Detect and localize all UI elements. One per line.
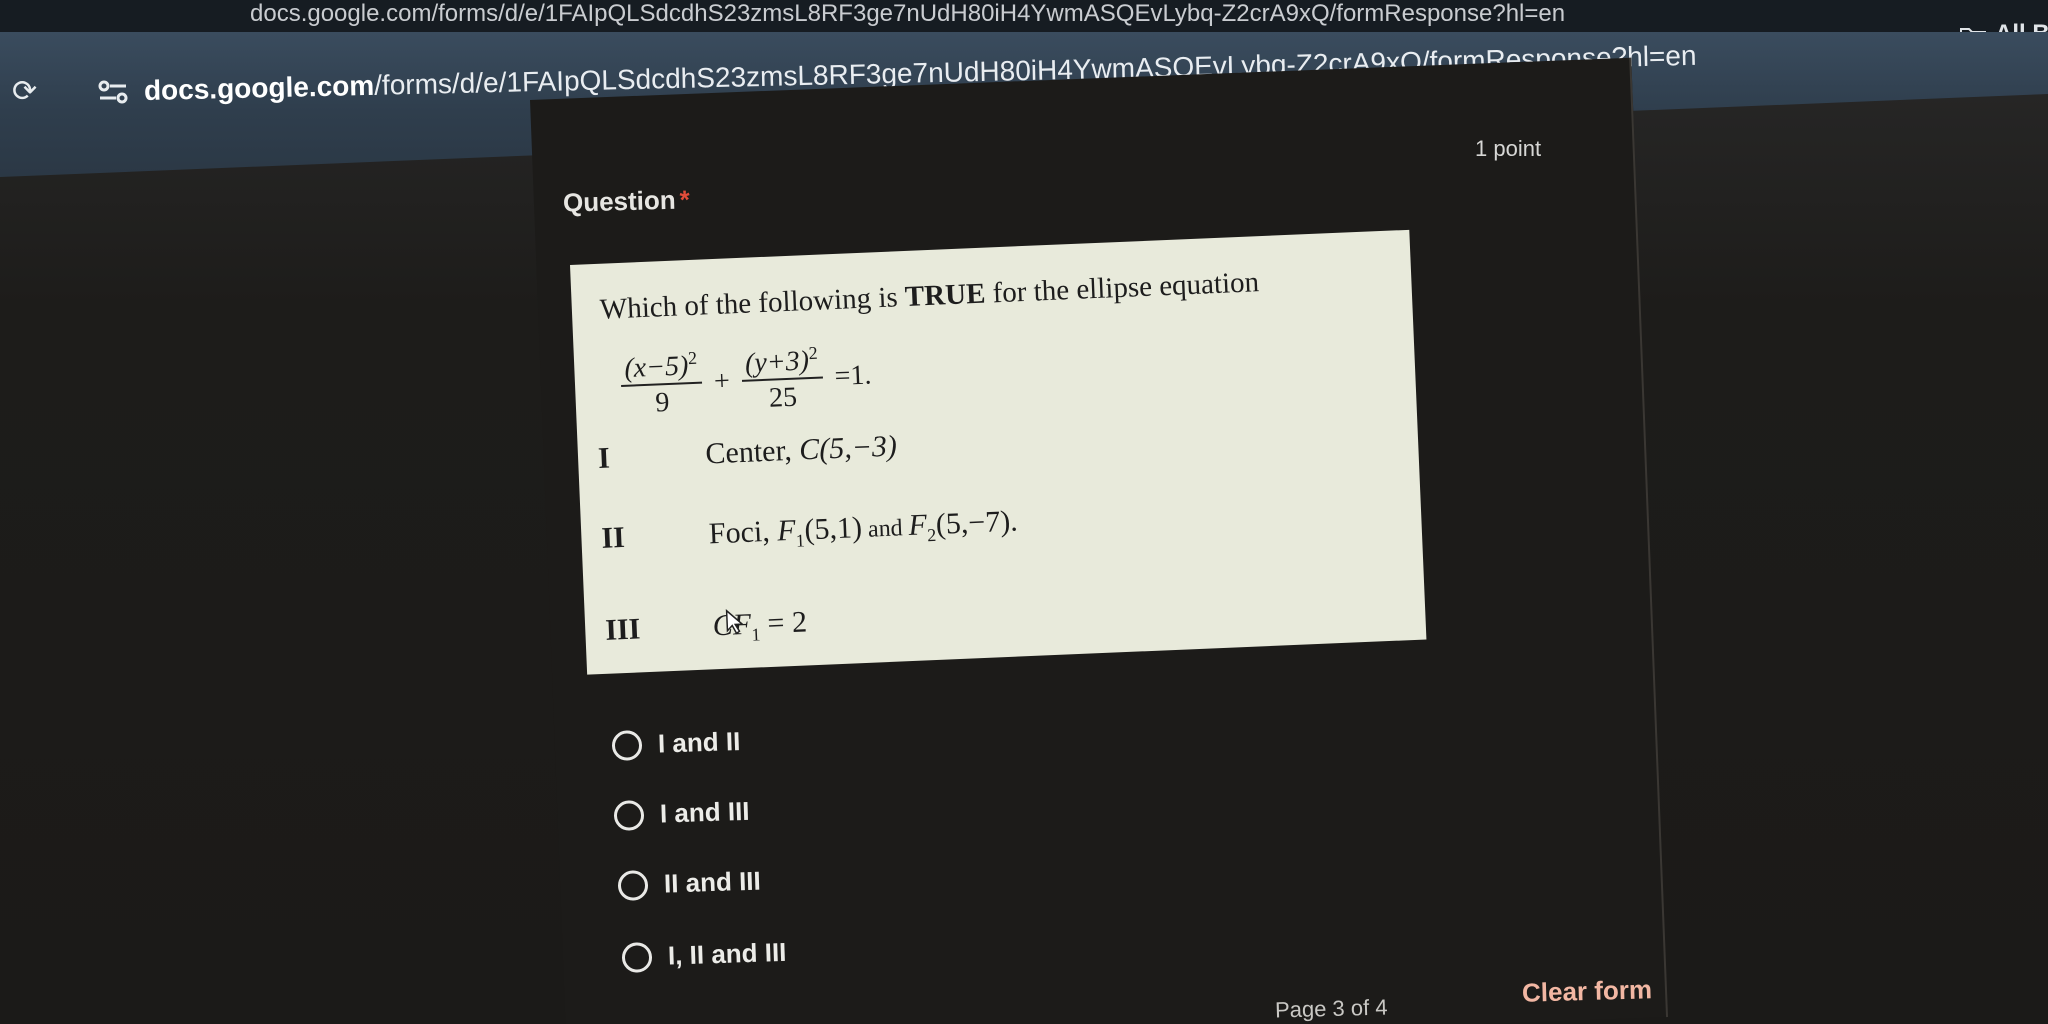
option-label[interactable]: I and III (659, 796, 750, 830)
plus-sign: + (713, 365, 731, 398)
ellipse-equation: (x−5)2 9 + (y+3)2 25 =1. (616, 341, 873, 422)
statement-value: (5,−7). (935, 504, 1019, 541)
option-2[interactable]: I and III (613, 796, 750, 831)
statement-value: = 2 (759, 605, 808, 641)
fraction-y-denominator: 25 (768, 381, 798, 415)
page-indicator: Page 3 of 4 (1274, 994, 1388, 1023)
option-4[interactable]: I, II and III (621, 937, 787, 973)
site-settings-icon[interactable] (96, 77, 130, 107)
fraction-x: (x−5)2 9 (619, 347, 704, 422)
fraction-y-numerator: (y+3) (744, 345, 810, 380)
question-prompt: Which of the following is TRUE for the e… (599, 266, 1259, 327)
statement-numeral: I (597, 441, 611, 475)
fraction-x-denominator: 9 (654, 387, 670, 419)
option-label[interactable]: I, II and III (667, 937, 786, 972)
question-title: Question * (563, 184, 691, 218)
statement-value: (5,1) (803, 511, 863, 547)
clear-form-button[interactable]: Clear form (1522, 974, 1653, 1008)
statement-1: I Center, C(5,−3) (597, 429, 897, 475)
statement-2: II Foci, F1(5,1) and F2(5,−7). (601, 504, 1019, 559)
tab-strip: docs.google.com/forms/d/e/1FAIpQLSdcdhS2… (0, 0, 2048, 47)
points-label: 1 point (1475, 136, 1542, 161)
prompt-text-bold: TRUE (904, 277, 987, 313)
statement-math: F (907, 508, 928, 543)
exponent: 2 (808, 342, 819, 364)
fraction-y: (y+3)2 25 (740, 342, 824, 417)
statement-and: and (861, 515, 910, 543)
mouse-cursor-icon (725, 609, 745, 635)
exponent: 2 (687, 347, 698, 369)
option-3[interactable]: II and III (617, 866, 762, 901)
statement-numeral: II (600, 520, 626, 555)
statement-numeral: III (604, 612, 642, 647)
option-label[interactable]: II and III (663, 866, 761, 900)
statement-text: Foci, (708, 514, 778, 551)
option-label[interactable]: I and II (657, 726, 740, 760)
prompt-text-start: Which of the following is (599, 281, 906, 326)
statement-math: C(5,−3) (798, 429, 898, 467)
radio-button[interactable] (611, 729, 643, 761)
screen: docs.google.com/forms/d/e/1FAIpQLSdcdhS2… (0, 0, 2048, 1024)
refresh-icon[interactable]: ⟳ (12, 77, 42, 107)
tab-title[interactable]: docs.google.com/forms/d/e/1FAIpQLSdcdhS2… (250, 0, 1565, 28)
fraction-x-numerator: (x−5) (623, 350, 689, 385)
radio-button[interactable] (613, 799, 645, 831)
required-marker: * (679, 184, 691, 215)
radio-button[interactable] (617, 869, 649, 901)
url-host: docs.google.com (143, 69, 375, 106)
statement-3: III CF1 = 2 (605, 605, 808, 651)
question-image: Which of the following is TRUE for the e… (570, 229, 1427, 675)
radio-button[interactable] (621, 941, 653, 973)
question-title-text: Question (562, 184, 677, 218)
prompt-text-end: for the ellipse equation (984, 266, 1260, 310)
statement-math: F (776, 513, 797, 548)
statement-text: Center, (704, 433, 800, 471)
option-1[interactable]: I and II (611, 726, 741, 761)
equation-rhs: =1. (834, 359, 873, 393)
